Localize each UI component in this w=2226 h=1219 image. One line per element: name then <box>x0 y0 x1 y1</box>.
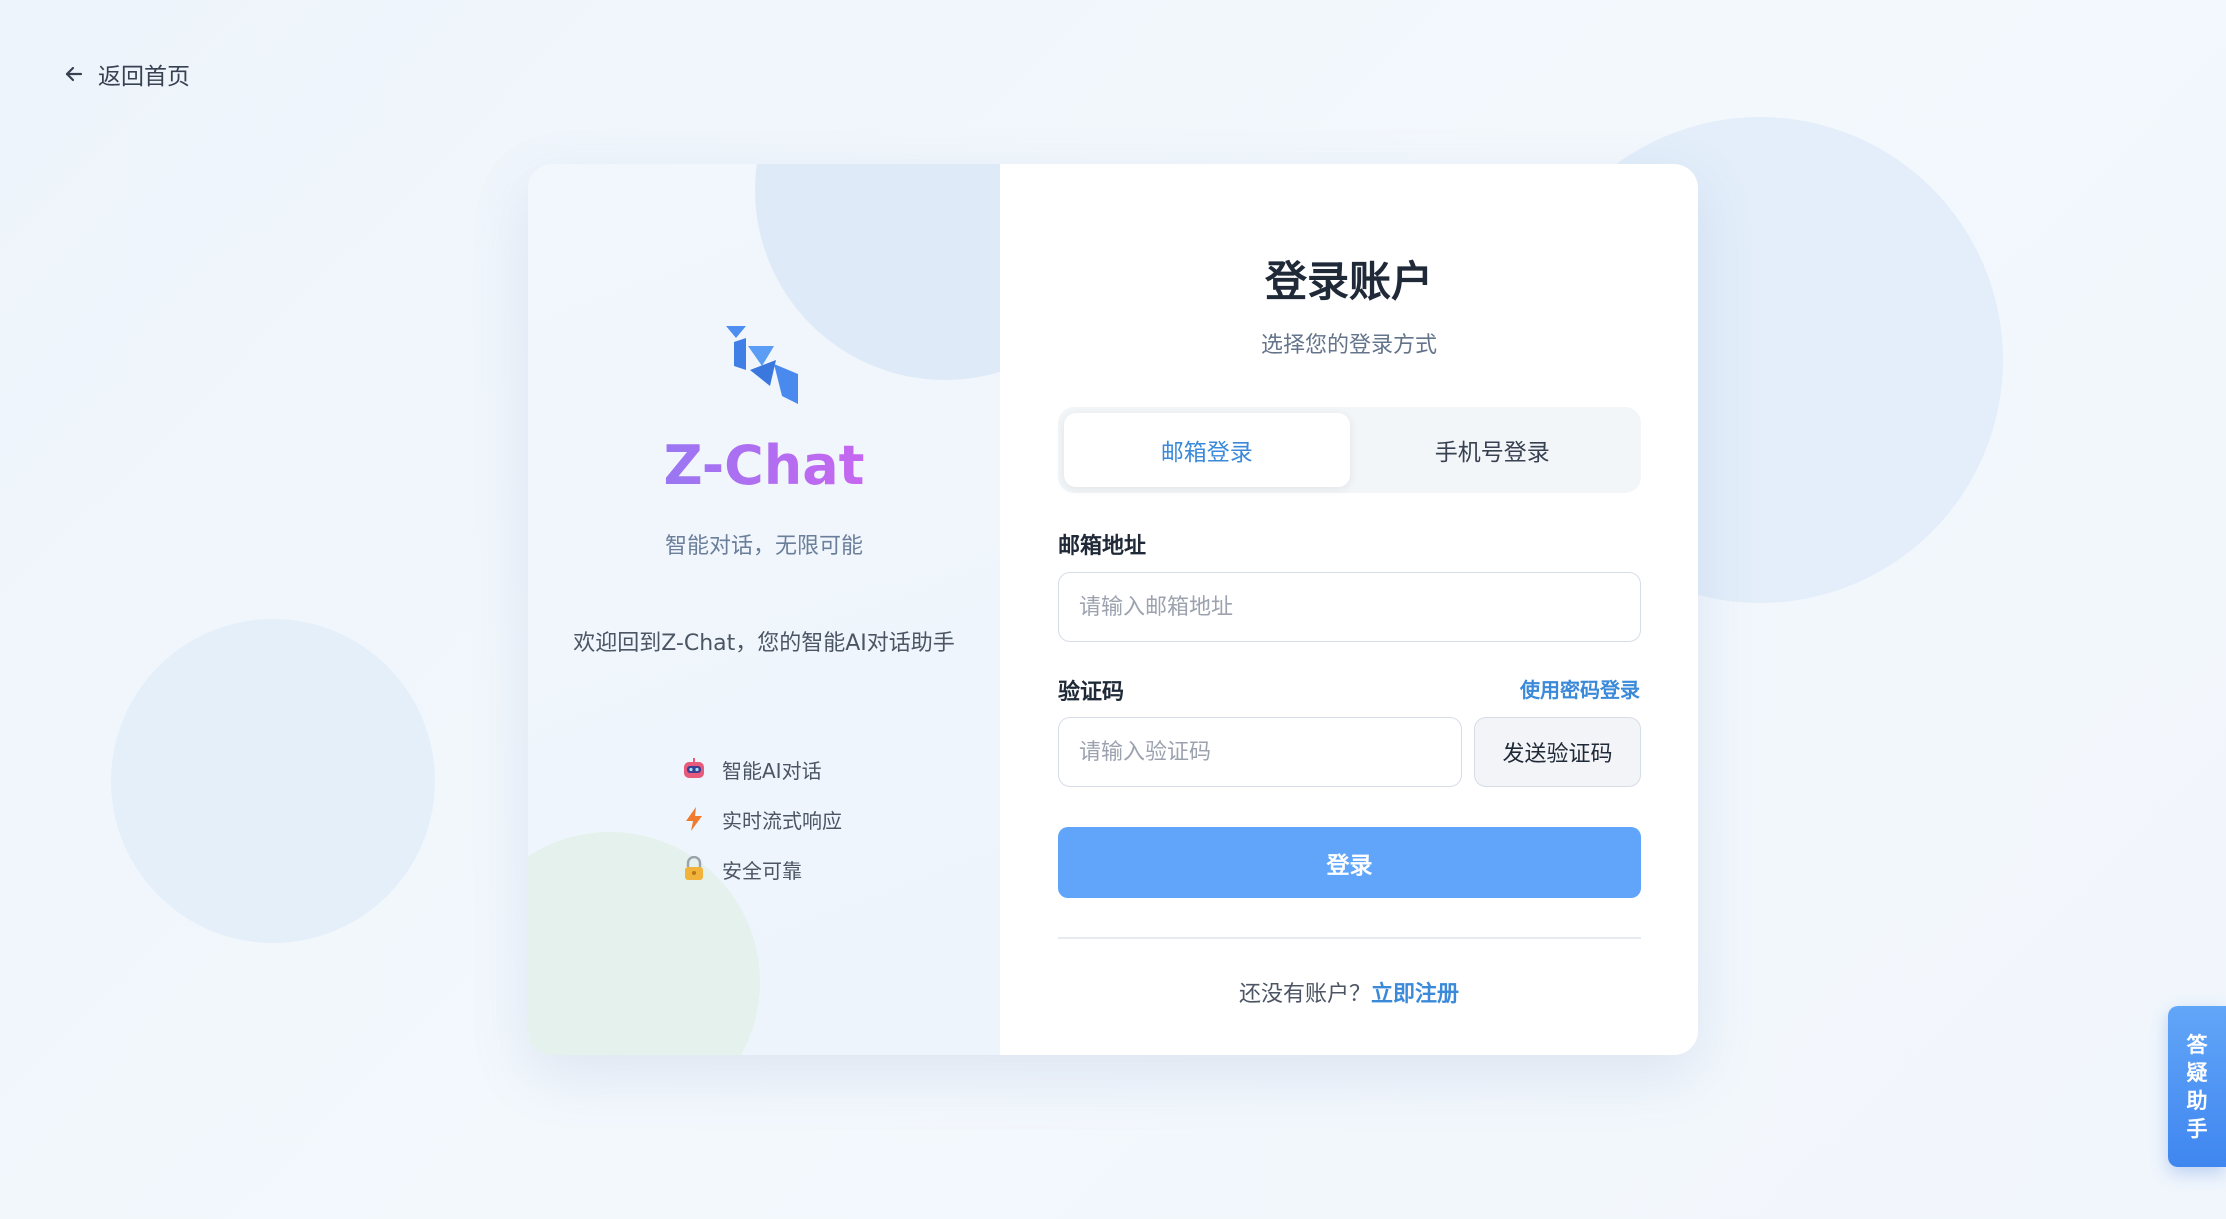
brand-panel: Z-Chat 智能对话，无限可能 欢迎回到Z-Chat，您的智能AI对话助手 智… <box>528 164 1000 1055</box>
helper-char: 助 <box>2186 1088 2208 1113</box>
login-method-tabs: 邮箱登录 手机号登录 <box>1058 407 1641 493</box>
email-input[interactable] <box>1058 572 1641 642</box>
feature-label: 智能AI对话 <box>722 758 822 783</box>
lock-icon <box>680 855 708 883</box>
feature-label: 安全可靠 <box>722 858 802 883</box>
signup-prompt-text: 还没有账户？ <box>1238 982 1371 1007</box>
feature-label: 实时流式响应 <box>722 808 842 833</box>
helper-char: 疑 <box>2186 1060 2208 1085</box>
brand-name: Z-Chat <box>528 434 1000 497</box>
email-label: 邮箱地址 <box>1058 534 1147 559</box>
feature-item: 安全可靠 <box>680 844 842 894</box>
help-assistant-button[interactable]: 答 疑 助 手 <box>2168 1006 2226 1167</box>
back-home-label: 返回首页 <box>98 64 190 90</box>
divider <box>1058 937 1641 939</box>
signup-prompt: 还没有账户？立即注册 <box>1000 976 1698 1008</box>
page-subtitle: 选择您的登录方式 <box>1260 333 1437 358</box>
lightning-icon <box>680 805 708 833</box>
code-label: 验证码 <box>1058 680 1125 705</box>
signup-link[interactable]: 立即注册 <box>1371 982 1459 1007</box>
send-code-button[interactable]: 发送验证码 <box>1474 717 1641 787</box>
arrow-left-icon <box>65 66 83 82</box>
robot-icon <box>680 755 708 783</box>
feature-list: 智能AI对话 实时流式响应 安全可靠 <box>680 744 842 894</box>
login-form-panel: 登录账户 选择您的登录方式 邮箱登录 手机号登录 邮箱地址 验证码 使用密码登录… <box>1000 164 1698 1055</box>
helper-char: 答 <box>2186 1032 2208 1057</box>
feature-item: 智能AI对话 <box>680 744 842 794</box>
back-home-link[interactable]: 返回首页 <box>62 56 190 92</box>
tab-email-login[interactable]: 邮箱登录 <box>1064 413 1350 487</box>
zchat-logo-icon <box>726 326 798 404</box>
password-login-link[interactable]: 使用密码登录 <box>1520 674 1640 703</box>
helper-char: 手 <box>2186 1116 2208 1141</box>
feature-item: 实时流式响应 <box>680 794 842 844</box>
brand-tagline: 智能对话，无限可能 <box>664 534 863 559</box>
login-card: Z-Chat 智能对话，无限可能 欢迎回到Z-Chat，您的智能AI对话助手 智… <box>528 164 1698 1055</box>
login-button[interactable]: 登录 <box>1058 827 1641 898</box>
tab-phone-login[interactable]: 手机号登录 <box>1350 413 1636 487</box>
verification-code-input[interactable] <box>1058 717 1462 787</box>
page-title: 登录账户 <box>1264 257 1433 306</box>
welcome-text: 欢迎回到Z-Chat，您的智能AI对话助手 <box>573 631 955 656</box>
background-circle <box>111 619 435 943</box>
